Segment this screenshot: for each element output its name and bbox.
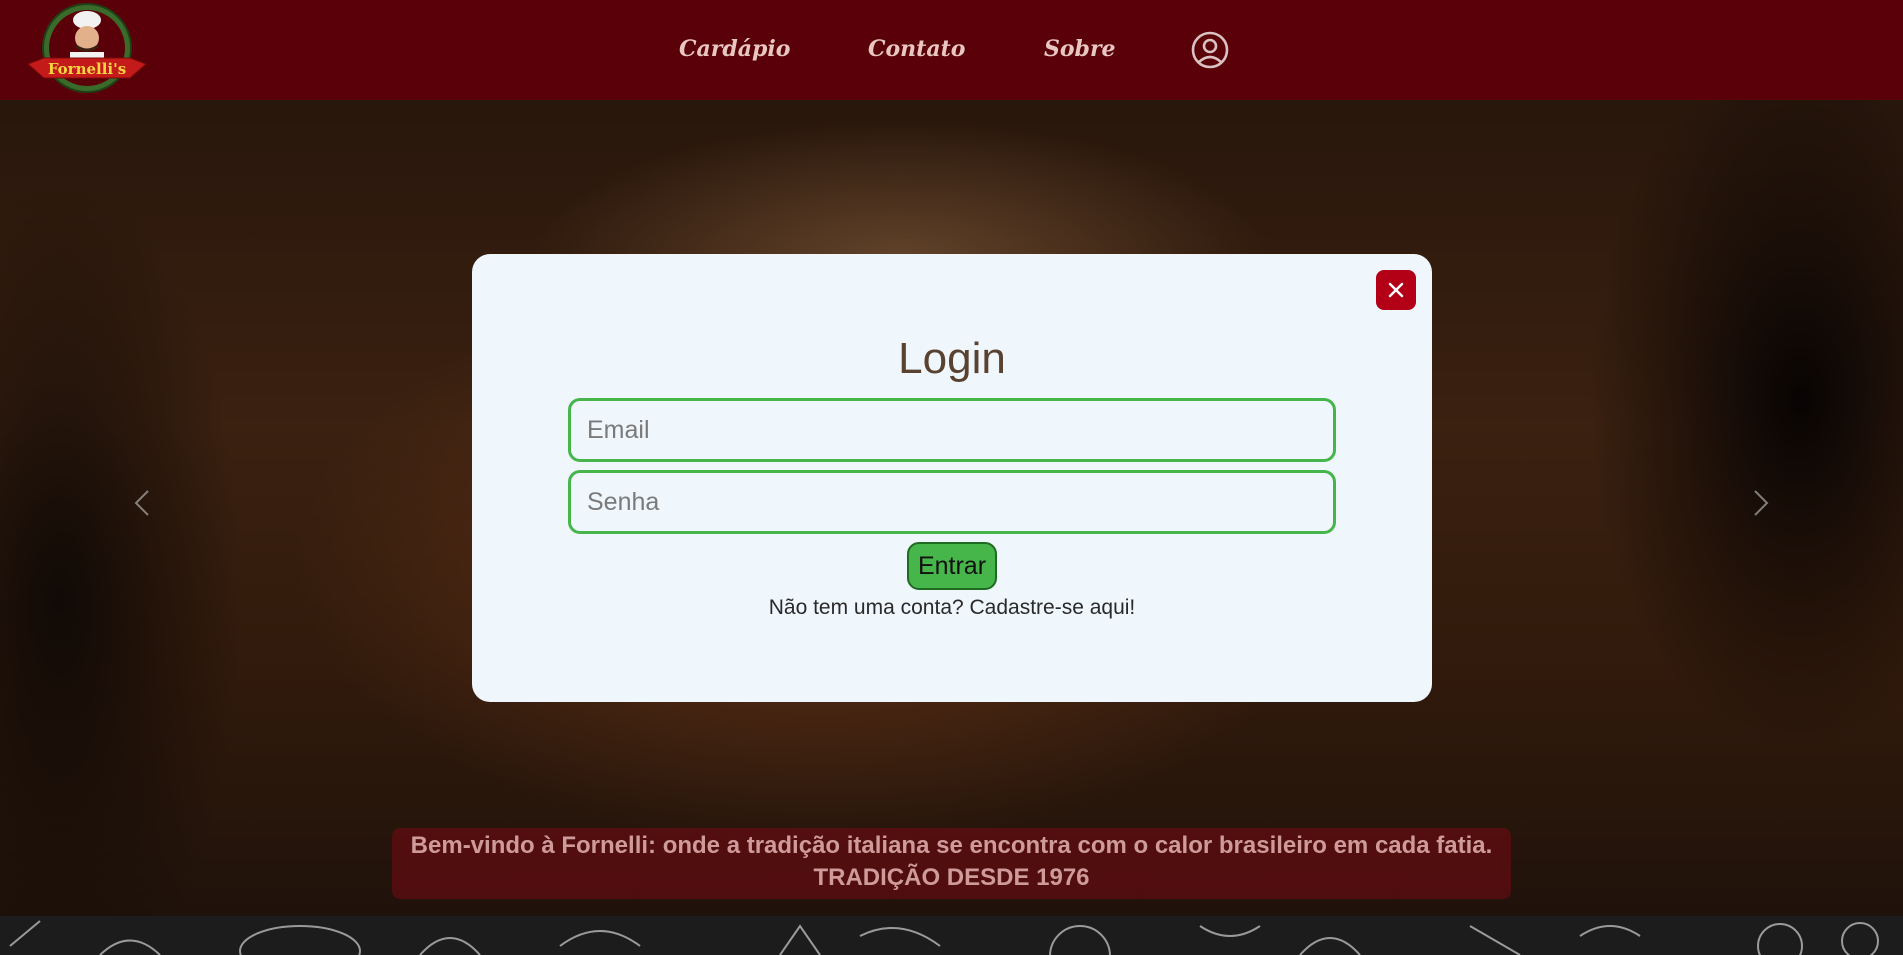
decorative-pattern-strip: [0, 916, 1903, 955]
email-field[interactable]: [568, 398, 1336, 462]
login-title: Login: [898, 334, 1006, 383]
close-button[interactable]: [1376, 270, 1416, 310]
login-modal: Login Entrar Não tem uma conta? Cadastre…: [472, 254, 1432, 702]
login-submit-button[interactable]: Entrar: [907, 542, 997, 590]
nav-contato[interactable]: Contato: [868, 36, 965, 62]
nav-cardapio[interactable]: Cardápio: [679, 36, 790, 62]
svg-text:Fornelli's: Fornelli's: [48, 60, 126, 78]
signup-link[interactable]: Não tem uma conta? Cadastre-se aqui!: [472, 596, 1432, 620]
close-icon: [1388, 282, 1404, 298]
nav-sobre[interactable]: Sobre: [1044, 36, 1116, 62]
password-field[interactable]: [568, 470, 1336, 534]
user-circle-icon[interactable]: [1190, 30, 1230, 70]
site-header: Fornelli's Cardápio Contato Sobre: [0, 0, 1903, 100]
food-pattern-icon: [9, 920, 1879, 955]
fornellis-logo[interactable]: Fornelli's: [24, 2, 150, 98]
